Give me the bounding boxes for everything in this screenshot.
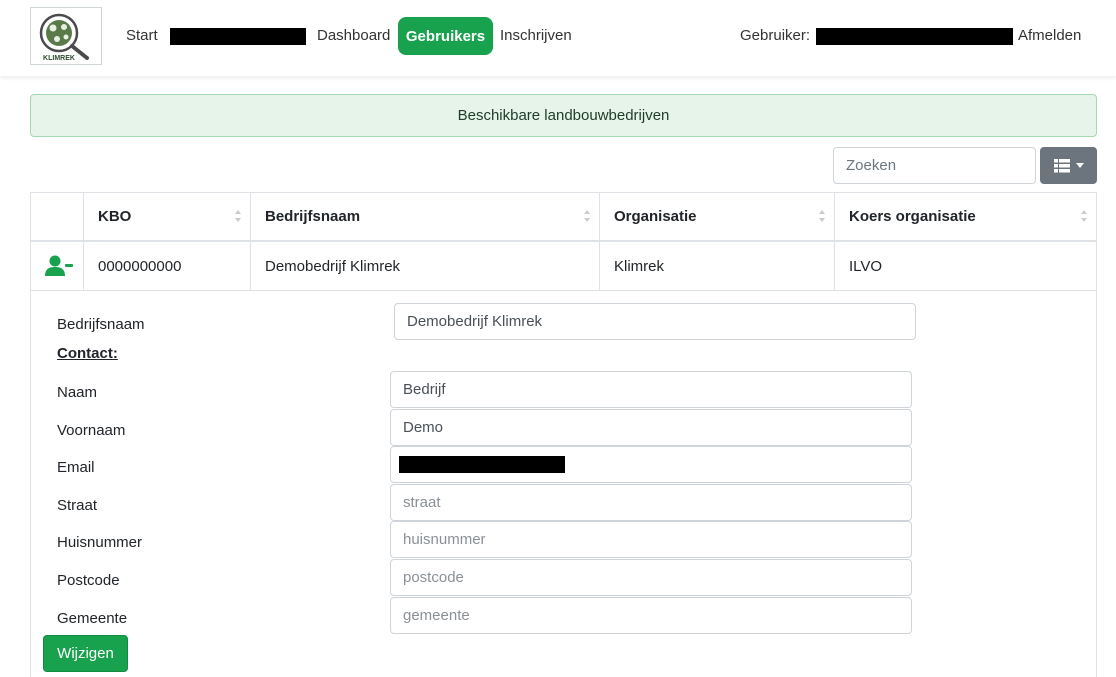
kbo-cell: 0000000000 — [83, 242, 250, 290]
sort-icon — [1081, 210, 1087, 222]
nav-dashboard[interactable]: Dashboard — [317, 27, 390, 44]
column-header-label: KBO — [98, 208, 132, 225]
table-header: KBO Bedrijfsnaam Organisatie Koers organ… — [31, 193, 1096, 242]
column-header-organisation[interactable]: Organisatie — [599, 193, 834, 240]
redacted-username — [816, 28, 1013, 45]
nav-users-active[interactable]: Gebruikers — [398, 17, 493, 55]
column-header-kbo[interactable]: KBO — [83, 193, 250, 240]
field-label-straat: Straat — [57, 497, 98, 514]
field-label-postcode: Postcode — [57, 572, 120, 589]
sort-icon — [819, 210, 825, 222]
list-view-icon — [1053, 158, 1070, 172]
field-label-voornaam: Voornaam — [57, 422, 126, 439]
row-action-cell[interactable] — [31, 242, 83, 290]
info-banner: Beschikbare landbouwbedrijven — [30, 94, 1097, 137]
street-field[interactable] — [390, 484, 912, 521]
email-field[interactable] — [390, 446, 912, 483]
companies-table: KBO Bedrijfsnaam Organisatie Koers organ… — [30, 192, 1097, 677]
column-header-label: Koers organisatie — [849, 208, 976, 225]
table-row[interactable]: 0000000000 Demobedrijf Klimrek Klimrek I… — [31, 242, 1096, 291]
nav-logout[interactable]: Afmelden — [1018, 27, 1081, 44]
search-input[interactable] — [833, 147, 1036, 184]
field-label-gemeente: Gemeente — [57, 610, 128, 627]
column-header-label: Organisatie — [614, 208, 697, 225]
municipality-field[interactable] — [390, 597, 912, 634]
column-header-label: Bedrijfsnaam — [265, 208, 361, 225]
navbar: KLIMREK Start Dashboard Gebruikers Insch… — [0, 0, 1116, 76]
last-name-field[interactable] — [390, 371, 912, 408]
field-label-email: Email — [57, 459, 95, 476]
contact-heading: Contact: — [57, 345, 118, 362]
sort-icon — [584, 210, 590, 222]
caret-down-icon — [1075, 163, 1084, 168]
logo-text: KLIMREK — [43, 55, 75, 62]
user-minus-icon[interactable] — [45, 255, 73, 277]
columns-toggle-button[interactable] — [1040, 147, 1097, 184]
company-name-label: Bedrijfsnaam — [57, 316, 145, 333]
company-name-field[interactable] — [394, 303, 916, 340]
sort-icon — [235, 210, 241, 222]
company-detail-form: Bedrijfsnaam Contact: Naam Voornaam Emai… — [31, 291, 1096, 677]
column-header-course-organisation[interactable]: Koers organisatie — [834, 193, 1096, 240]
field-label-huisnummer: Huisnummer — [57, 534, 143, 551]
nav-register[interactable]: Inschrijven — [500, 27, 572, 44]
nav-start[interactable]: Start — [126, 27, 158, 44]
redacted-email — [399, 456, 565, 473]
course-organisation-cell: ILVO — [834, 242, 1096, 290]
field-label-naam: Naam — [57, 384, 98, 401]
user-label: Gebruiker: — [740, 27, 811, 44]
klimrek-logo[interactable]: KLIMREK — [30, 7, 102, 65]
postcode-field[interactable] — [390, 559, 912, 596]
save-button[interactable]: Wijzigen — [43, 635, 128, 672]
redacted-nav-item — [170, 28, 306, 45]
house-number-field[interactable] — [390, 521, 912, 558]
magnifier-logo-icon: KLIMREK — [39, 13, 89, 62]
organisation-cell: Klimrek — [599, 242, 834, 290]
column-header-action — [31, 193, 83, 240]
first-name-field[interactable] — [390, 409, 912, 446]
company-name-cell: Demobedrijf Klimrek — [250, 242, 599, 290]
column-header-company-name[interactable]: Bedrijfsnaam — [250, 193, 599, 240]
